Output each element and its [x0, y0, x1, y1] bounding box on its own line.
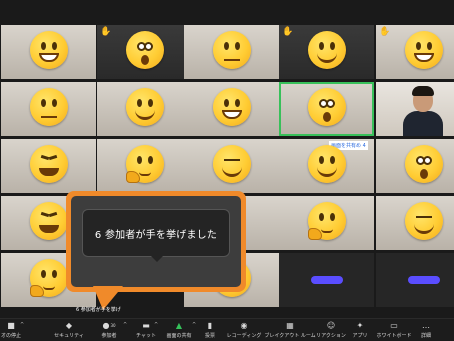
participant-tile[interactable]	[279, 196, 374, 250]
share-screen-icon: ▲	[175, 321, 183, 330]
smiling-eyes-face-emoji	[404, 202, 443, 240]
poll-icon: ▮	[207, 321, 213, 330]
raised-hands-notification[interactable]: 6 参加者が手を挙げました	[82, 209, 230, 257]
participant-tile[interactable]: ✋	[376, 25, 454, 79]
grinning-face-emoji	[404, 31, 443, 69]
participant-tile-active-speaker[interactable]	[279, 82, 374, 136]
raised-hand-icon: ✋	[100, 27, 112, 37]
smiling-face-emoji	[307, 31, 346, 69]
chevron-up-icon[interactable]: ^	[20, 322, 24, 328]
participant-tile[interactable]	[184, 25, 279, 79]
record-button[interactable]: ◉ レコーディング	[226, 319, 262, 341]
participant-tile[interactable]	[184, 139, 279, 193]
astonished-face-emoji	[125, 31, 164, 69]
participant-tile[interactable]	[1, 82, 96, 136]
winking-face-emoji	[125, 88, 164, 126]
participant-tile[interactable]	[1, 139, 96, 193]
participant-tile[interactable]	[97, 139, 192, 193]
hushed-face-emoji	[404, 145, 443, 183]
video-off-placeholder	[310, 276, 343, 284]
reactions-button[interactable]: ☺ リアクション	[316, 319, 346, 341]
grinning-face-emoji	[212, 88, 251, 126]
participant-tile[interactable]	[184, 82, 279, 136]
thinking-face-emoji	[125, 145, 164, 183]
callout-backdrop: 6 参加者が手を挙げました	[71, 196, 241, 287]
smiling-eyes-face-emoji	[212, 145, 251, 183]
chevron-up-icon[interactable]: ^	[154, 322, 158, 328]
participant-tile[interactable]: ✋	[97, 25, 192, 79]
breakout-icon: ▦	[286, 321, 294, 330]
chat-icon: ▬	[142, 321, 150, 330]
tears-of-joy-emoji	[29, 202, 68, 240]
raised-hands-notification-text: 6 参加者が手を挙げました	[94, 229, 218, 241]
smiling-face-emoji	[307, 145, 346, 183]
share-screen-button[interactable]: ▲ 画面の共有	[166, 319, 192, 341]
surprised-face-emoji	[307, 88, 346, 126]
apps-icon: ✦	[356, 321, 364, 330]
neutral-face-emoji	[212, 31, 251, 69]
reaction-icon: ☺	[326, 321, 336, 330]
thinking-face-emoji	[307, 202, 346, 240]
participant-video	[401, 85, 445, 136]
participant-tile-video-off[interactable]	[279, 253, 374, 307]
security-button[interactable]: ◆ セキュリティ	[52, 319, 86, 341]
thinking-face-emoji	[29, 259, 68, 297]
video-off-placeholder	[407, 276, 440, 284]
participant-tile-video-off[interactable]	[376, 253, 454, 307]
participant-tile-camera[interactable]	[376, 82, 454, 136]
stop-video-button[interactable]: ■ オの停止	[0, 319, 22, 341]
chevron-up-icon[interactable]: ^	[123, 322, 127, 328]
toast-pointer	[151, 256, 163, 262]
grinning-face-emoji	[29, 31, 68, 69]
participant-tile[interactable]	[376, 139, 454, 193]
smirking-face-emoji	[29, 88, 68, 126]
raised-hand-icon: ✋	[282, 27, 294, 37]
polls-button[interactable]: ▮ 投票	[202, 319, 218, 341]
participant-tile[interactable]	[1, 25, 96, 79]
whiteboard-icon: ▭	[390, 321, 398, 330]
meeting-toolbar: ■ オの停止 ^ ◆ セキュリティ ● 30 参加者 ^ ▬ チャット ^ ▲ 画…	[0, 318, 454, 341]
raised-hands-mini-notice: 6 参加者が手を挙げ	[76, 307, 121, 313]
record-icon: ◉	[240, 321, 248, 330]
participants-button[interactable]: ● 30 参加者	[94, 319, 124, 341]
raised-hand-icon: ✋	[379, 27, 391, 37]
more-button[interactable]: … 詳細	[418, 319, 434, 341]
video-icon: ■	[7, 321, 15, 330]
whiteboard-button[interactable]: ▭ ホワイトボード	[376, 319, 412, 341]
chevron-up-icon[interactable]: ^	[192, 322, 196, 328]
participant-tile[interactable]	[376, 196, 454, 250]
apps-button[interactable]: ✦ アプリ	[350, 319, 370, 341]
participant-tile[interactable]: ✋	[279, 25, 374, 79]
breakout-rooms-button[interactable]: ▦ ブレイクアウト ルーム	[264, 319, 315, 341]
more-icon: …	[422, 321, 430, 330]
annotation-callout: 6 参加者が手を挙げました	[66, 191, 246, 292]
participant-tile[interactable]	[97, 82, 192, 136]
participants-icon: ● 30	[102, 321, 116, 330]
shield-icon: ◆	[65, 321, 73, 330]
participant-tile[interactable]: 画面を共有め 4	[279, 139, 374, 193]
laughing-face-emoji	[29, 145, 68, 183]
